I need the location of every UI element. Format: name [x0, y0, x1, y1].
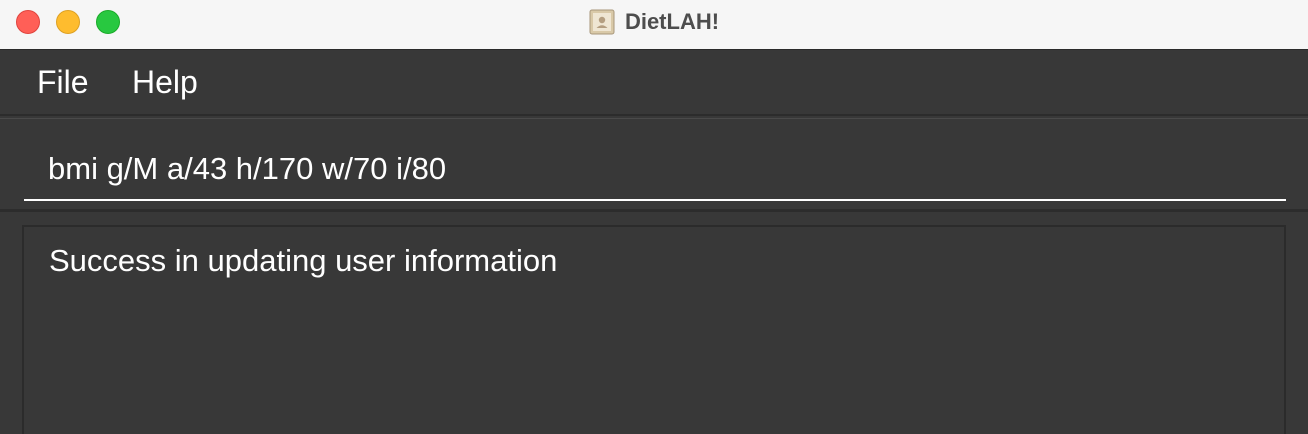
menu-bar: File Help — [0, 50, 1308, 116]
app-window: DietLAH! File Help Success in updating u… — [0, 0, 1308, 434]
title-bar: DietLAH! — [0, 0, 1308, 50]
result-message: Success in updating user information — [49, 243, 558, 278]
menu-help[interactable]: Help — [132, 64, 198, 101]
window-title: DietLAH! — [624, 9, 720, 34]
command-input[interactable] — [24, 139, 1286, 201]
command-box-panel — [0, 118, 1308, 212]
contact-card-icon — [589, 9, 615, 35]
result-display: Success in updating user information — [22, 225, 1286, 434]
menu-file[interactable]: File — [37, 64, 89, 101]
window-title-group: DietLAH! — [0, 0, 1308, 44]
